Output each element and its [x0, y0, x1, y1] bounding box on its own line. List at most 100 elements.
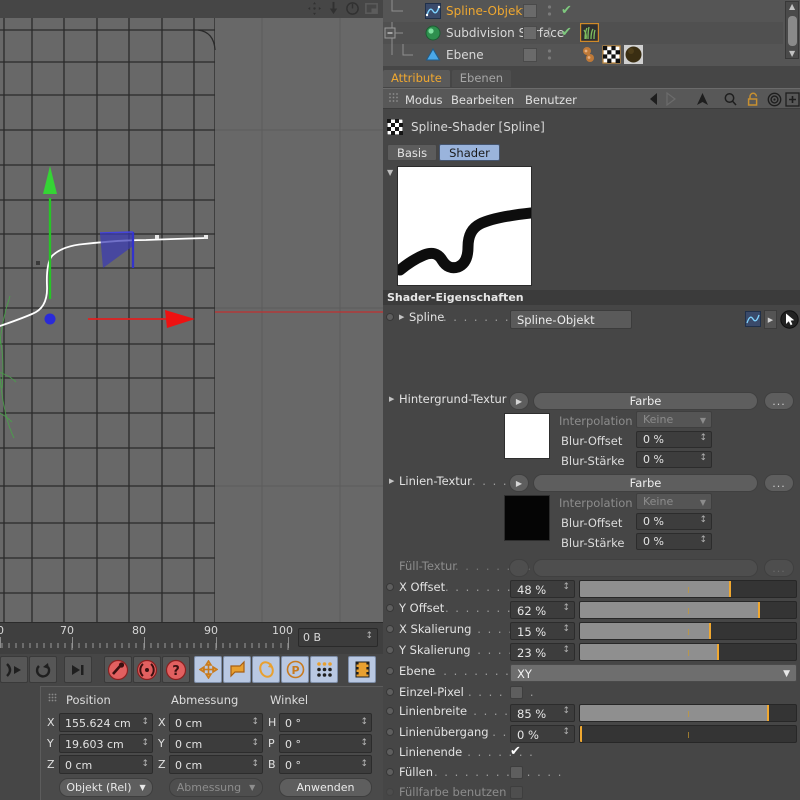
fuellen-checkbox[interactable]	[510, 766, 523, 779]
subtab-basis[interactable]: Basis	[387, 144, 437, 161]
panel-grip-icon[interactable]	[48, 693, 59, 702]
viewport-panel[interactable]	[0, 0, 383, 622]
hintergrund-interpolation-dropdown[interactable]: Keine ▼	[636, 411, 712, 428]
animate-dot[interactable]	[386, 748, 394, 756]
scroll-up-icon[interactable]: ▲	[789, 2, 795, 11]
stepper-icon[interactable]: ↕	[360, 757, 368, 772]
spline-object-icon[interactable]	[745, 311, 761, 327]
stepper-icon[interactable]: ↕	[251, 715, 259, 730]
stepper-icon[interactable]: ↕	[562, 624, 570, 634]
plane-icon[interactable]	[425, 47, 441, 63]
pick-object-icon[interactable]	[780, 310, 799, 329]
menu-modus[interactable]: Modus	[405, 93, 443, 107]
linienende-checkbox[interactable]: ✔	[509, 745, 522, 758]
visibility-dot-editor[interactable]	[523, 48, 537, 62]
linien-blur-staerke-field[interactable]: 0 % ↕	[636, 533, 712, 550]
tab-attribute[interactable]: Attribute	[383, 70, 450, 87]
material-orange-tag[interactable]	[580, 45, 599, 64]
animate-dot[interactable]	[386, 768, 394, 776]
y-skalierung-slider[interactable]	[579, 643, 797, 661]
menu-benutzer[interactable]: Benutzer	[525, 93, 577, 107]
coordinates-panel[interactable]: Position Abmessung Winkel X 155.624 cm ↕…	[40, 686, 383, 800]
tree-expand-icon[interactable]	[383, 22, 425, 44]
shader-subtabs[interactable]: Basis Shader	[387, 144, 500, 161]
einzel-pixel-checkbox[interactable]	[510, 686, 523, 699]
stepper-icon[interactable]: ↕	[251, 757, 259, 772]
visibility-dots-icon[interactable]	[547, 5, 552, 17]
stepper-icon[interactable]: ↕	[562, 603, 570, 613]
object-row-ebene[interactable]: Ebene	[383, 44, 783, 66]
autokey-button[interactable]	[133, 656, 161, 683]
forward-arrow-icon[interactable]	[665, 92, 683, 106]
expand-triangle-icon[interactable]: ▶	[399, 313, 404, 321]
size-x-field[interactable]: 0 cm ↕	[169, 713, 263, 732]
stepper-icon[interactable]: ↕	[562, 582, 570, 592]
menu-bearbeiten[interactable]: Bearbeiten	[451, 93, 514, 107]
ebene-dropdown[interactable]: XY ▼	[510, 664, 797, 682]
animate-dot[interactable]	[386, 313, 394, 321]
stepper-icon[interactable]: ↕	[699, 453, 707, 463]
animate-dot[interactable]	[386, 646, 394, 654]
x-offset-slider[interactable]	[579, 580, 797, 598]
linienbreite-field[interactable]: 85 % ↕	[510, 704, 575, 722]
object-row-spline-objekt[interactable]: Spline-Objekt ✔	[383, 0, 783, 22]
hintergrund-textur-menu-button[interactable]: ▶	[509, 392, 529, 410]
scroll-down-icon[interactable]: ▼	[789, 49, 795, 58]
y-skalierung-field[interactable]: 23 % ↕	[510, 643, 575, 661]
enable-check-icon[interactable]: ✔	[561, 25, 572, 40]
expand-triangle-icon[interactable]: ▶	[389, 395, 394, 403]
hintergrund-blur-staerke-field[interactable]: 0 % ↕	[636, 451, 712, 468]
viewport-3d-canvas[interactable]	[0, 18, 383, 622]
preview-collapse-icon[interactable]: ▼	[387, 168, 393, 177]
visibility-dot-editor[interactable]	[523, 4, 537, 18]
animate-dot[interactable]	[386, 625, 394, 633]
scrollbar-thumb[interactable]	[788, 16, 797, 46]
coords-size-dropdown[interactable]: Abmessung ▼	[169, 778, 263, 797]
go-to-end-button[interactable]	[64, 656, 92, 683]
loop-button[interactable]	[29, 656, 57, 683]
attribute-manager[interactable]: Attribute Ebenen Modus Bearbeiten Benutz…	[383, 66, 800, 800]
target-icon[interactable]	[767, 92, 782, 107]
visibility-dots-icon[interactable]	[547, 49, 552, 61]
linienuebergang-slider[interactable]	[579, 725, 797, 743]
visibility-dot-editor[interactable]	[523, 26, 537, 40]
hintergrund-textur-swatch[interactable]	[504, 413, 550, 459]
rotate-camera-icon[interactable]	[345, 1, 360, 16]
play-forward-button[interactable]	[0, 656, 28, 683]
stepper-icon[interactable]: ↕	[562, 727, 570, 737]
hintergrund-textur-more-button[interactable]: ...	[764, 392, 794, 410]
plus-icon[interactable]	[785, 92, 800, 107]
expand-triangle-icon[interactable]: ▶	[389, 477, 394, 485]
rotate-tool-button[interactable]	[252, 656, 280, 683]
position-z-field[interactable]: 0 cm ↕	[59, 755, 153, 774]
hintergrund-textur-field[interactable]: Farbe	[533, 392, 758, 410]
y-offset-field[interactable]: 62 % ↕	[510, 601, 575, 619]
linienuebergang-field[interactable]: 0 % ↕	[510, 725, 575, 743]
shader-preview[interactable]	[397, 166, 532, 286]
stepper-icon[interactable]: ↕	[699, 433, 707, 443]
point-grid-button[interactable]	[310, 656, 338, 683]
linien-interpolation-dropdown[interactable]: Keine ▼	[636, 493, 712, 510]
subdivision-icon[interactable]	[425, 25, 441, 41]
size-y-field[interactable]: 0 cm ↕	[169, 734, 263, 753]
x-skalierung-field[interactable]: 15 % ↕	[510, 622, 575, 640]
angle-h-field[interactable]: 0 ° ↕	[279, 713, 372, 732]
move-tool-button[interactable]	[194, 656, 222, 683]
tab-ebenen[interactable]: Ebenen	[452, 70, 511, 87]
attribute-menubar[interactable]: Modus Bearbeiten Benutzer	[383, 88, 800, 109]
linien-textur-menu-button[interactable]: ▶	[509, 474, 529, 492]
checker-material-tag[interactable]	[602, 45, 621, 64]
stepper-icon[interactable]: ↕	[141, 736, 149, 751]
stepper-icon[interactable]: ↕	[251, 736, 259, 751]
animate-dot[interactable]	[386, 667, 394, 675]
object-row-subdivision-surface[interactable]: Subdivision Surface ✔	[383, 22, 783, 44]
search-icon[interactable]	[723, 92, 738, 107]
stepper-icon[interactable]: ↕	[699, 515, 707, 525]
parametric-button[interactable]: P	[281, 656, 309, 683]
spline-icon[interactable]	[425, 3, 441, 19]
record-key-button[interactable]	[104, 656, 132, 683]
maximize-view-icon[interactable]	[364, 1, 379, 16]
coords-mode-dropdown[interactable]: Objekt (Rel) ▼	[59, 778, 153, 797]
stepper-icon[interactable]: ↕	[141, 757, 149, 772]
size-z-field[interactable]: 0 cm ↕	[169, 755, 263, 774]
